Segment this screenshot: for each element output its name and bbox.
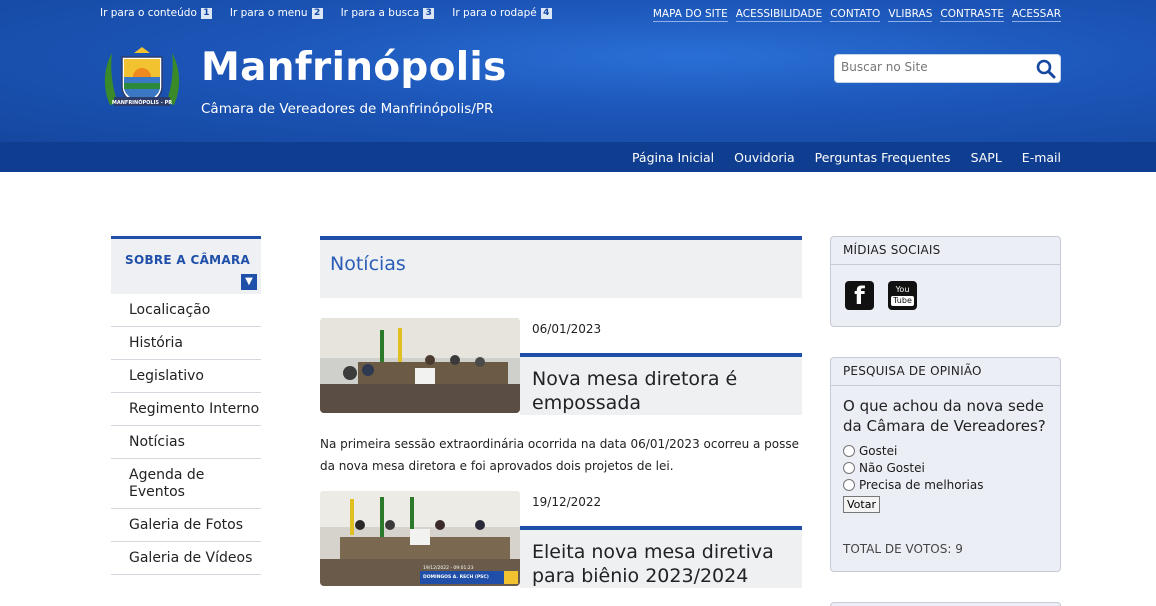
poll-radio[interactable] — [843, 444, 855, 457]
news-section-title: Notícias — [330, 253, 406, 275]
sidebar-item-location[interactable]: Localicação — [111, 294, 261, 327]
news-section-header: Notícias — [320, 236, 802, 298]
poll-radio[interactable] — [843, 461, 855, 474]
vlibras-link[interactable]: VLIBRAS — [888, 8, 933, 22]
skip-to-menu-link[interactable]: Ir para o menu 2 — [230, 7, 323, 19]
nav-sapl[interactable]: SAPL — [971, 150, 1002, 165]
poll-total-votes: TOTAL DE VOTOS: 9 — [843, 542, 963, 556]
shortcut-key-badge: 3 — [423, 7, 435, 19]
skip-to-search-link[interactable]: Ir para a busca 3 — [341, 7, 435, 19]
youtube-icon[interactable]: You Tube — [888, 281, 917, 310]
sidebar-title: SOBRE A CÂMARA — [125, 253, 251, 267]
nav-home[interactable]: Página Inicial — [632, 150, 714, 165]
news-title-box[interactable]: Nova mesa diretora é empossada — [520, 353, 802, 415]
youtube-icon-text: Tube — [891, 296, 914, 306]
sidebar-item-video-gallery[interactable]: Galeria de Vídeos — [111, 542, 261, 575]
chevron-down-icon[interactable]: ▼ — [241, 274, 257, 290]
top-links: MAPA DO SITE ACESSIBILIDADE CONTATO VLIB… — [652, 8, 1061, 22]
site-subtitle: Câmara de Vereadores de Manfrinópolis/PR — [201, 101, 494, 117]
news-summary: Na primeira sessão extraordinária ocorri… — [320, 437, 800, 473]
shortcut-key-badge: 2 — [311, 7, 323, 19]
news-title-box[interactable]: Eleita nova mesa diretiva para biênio 20… — [520, 526, 802, 588]
social-media-title: MÍDIAS SOCIAIS — [831, 237, 1060, 265]
opinion-poll-box: PESQUISA DE OPINIÃO O que achou da nova … — [830, 357, 1061, 572]
nav-faq[interactable]: Perguntas Frequentes — [815, 150, 951, 165]
news-item[interactable]: 06/01/2023 Nova mesa diretora é empossad… — [320, 318, 802, 415]
poll-option[interactable]: Não Gostei — [843, 459, 1048, 476]
poll-radio[interactable] — [843, 478, 855, 491]
sidebar-item-internal-rules[interactable]: Regimento Interno — [111, 393, 261, 426]
news-date: 06/01/2023 — [532, 322, 602, 336]
social-media-box: MÍDIAS SOCIAIS f You Tube — [830, 236, 1061, 327]
login-link[interactable]: ACESSAR — [1012, 8, 1061, 22]
facebook-icon[interactable]: f — [845, 281, 874, 310]
skip-to-footer-link[interactable]: Ir para o rodapé 4 — [452, 7, 552, 19]
poll-option-label: Gostei — [859, 443, 898, 458]
video-overlay-timestamp: 19/12/2022 - 09:01:23 — [423, 565, 474, 571]
nav-ombudsman[interactable]: Ouvidoria — [734, 150, 795, 165]
site-title[interactable]: Manfrinópolis — [201, 45, 507, 90]
skip-link-label: Ir para o menu — [229, 7, 308, 19]
poll-title: PESQUISA DE OPINIÃO — [831, 358, 1060, 386]
coat-of-arms-logo[interactable]: MANFRINÓPOLIS - PR — [100, 47, 184, 111]
news-photo[interactable] — [320, 318, 520, 413]
poll-option-label: Não Gostei — [859, 460, 925, 475]
sidebar-menu: SOBRE A CÂMARA ▼ Localicação História Le… — [111, 236, 261, 575]
site-header: Ir para o conteúdo 1 Ir para o menu 2 Ir p… — [0, 0, 1156, 142]
sitemap-link[interactable]: MAPA DO SITE — [652, 8, 728, 22]
poll-option[interactable]: Gostei — [843, 442, 1048, 459]
youtube-icon-text: You — [895, 285, 910, 294]
search-box — [834, 54, 1061, 83]
accessibility-link[interactable]: ACESSIBILIDADE — [735, 8, 823, 22]
search-icon[interactable] — [1036, 59, 1056, 79]
sidebar-item-legislative[interactable]: Legislativo — [111, 360, 261, 393]
contact-link[interactable]: CONTATO — [830, 8, 881, 22]
news-title[interactable]: Eleita nova mesa diretiva para biênio 20… — [520, 530, 802, 588]
sidebar-item-news[interactable]: Notícias — [111, 426, 261, 459]
poll-options: Gostei Não Gostei Precisa de melhorias — [831, 436, 1060, 493]
accessibility-shortcuts: Ir para o conteúdo 1 Ir para o menu 2 Ir p… — [100, 7, 560, 19]
social-icons: f You Tube — [845, 281, 917, 310]
logo-banner-text: MANFRINÓPOLIS - PR — [112, 99, 172, 106]
skip-link-label: Ir para o rodapé — [452, 7, 537, 19]
news-item[interactable]: 19/12/2022 - 09:01:23 DOMINGOS A. RECH (… — [320, 491, 802, 588]
sidebar-item-events[interactable]: Agenda de Eventos — [111, 459, 261, 509]
news-photo[interactable]: 19/12/2022 - 09:01:23 DOMINGOS A. RECH (… — [320, 491, 520, 586]
sidebar-box — [830, 602, 1061, 606]
news-date: 19/12/2022 — [532, 495, 602, 509]
skip-to-content-link[interactable]: Ir para o conteúdo 1 — [100, 7, 212, 19]
sidebar-header: SOBRE A CÂMARA ▼ — [111, 236, 261, 294]
shortcut-key-badge: 1 — [200, 7, 212, 19]
poll-option[interactable]: Precisa de melhorias — [843, 476, 1048, 493]
shortcut-key-badge: 4 — [540, 7, 552, 19]
skip-link-label: Ir para a busca — [340, 7, 420, 19]
news-title[interactable]: Nova mesa diretora é empossada — [520, 357, 802, 415]
video-overlay-caption: DOMINGOS A. RECH (PSC) — [423, 574, 489, 580]
sidebar-item-history[interactable]: História — [111, 327, 261, 360]
nav-email[interactable]: E-mail — [1022, 150, 1061, 165]
main-nav: Página Inicial Ouvidoria Perguntas Frequ… — [0, 142, 1156, 172]
main-content: Notícias 06/01/2023 Nova mesa diretora é… — [320, 236, 802, 588]
skip-link-label: Ir para o conteúdo — [100, 7, 197, 19]
poll-question: O que achou da nova sede da Câmara de Ve… — [843, 397, 1046, 435]
sidebar-item-photo-gallery[interactable]: Galeria de Fotos — [111, 509, 261, 542]
poll-option-label: Precisa de melhorias — [859, 477, 984, 492]
contrast-link[interactable]: CONTRASTE — [940, 8, 1005, 22]
vote-button[interactable]: Votar — [843, 496, 880, 513]
search-input[interactable] — [841, 60, 1026, 74]
